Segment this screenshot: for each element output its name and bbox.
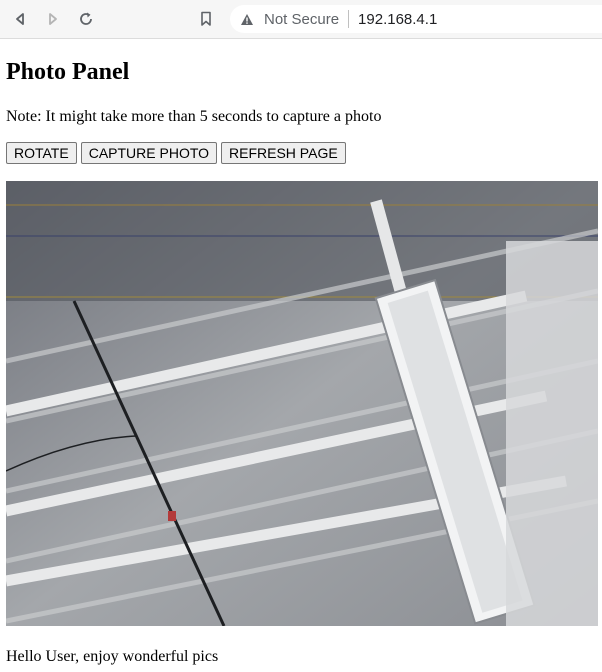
greeting-text: Hello User, enjoy wonderful pics — [6, 648, 219, 665]
address-bar[interactable]: Not Secure 192.168.4.1 — [230, 5, 602, 33]
button-row: ROTATE CAPTURE PHOTO REFRESH PAGE — [6, 142, 346, 164]
back-icon[interactable] — [10, 9, 30, 29]
security-label[interactable]: Not Secure — [264, 11, 339, 28]
page-content: Photo Panel Note: It might take more tha… — [0, 39, 602, 672]
refresh-page-button[interactable]: REFRESH PAGE — [221, 142, 346, 164]
warning-icon — [240, 11, 256, 27]
rotate-button[interactable]: ROTATE — [6, 142, 77, 164]
bookmark-icon[interactable] — [196, 9, 216, 29]
reload-icon[interactable] — [76, 9, 96, 29]
address-divider — [348, 10, 350, 28]
forward-icon[interactable] — [43, 9, 63, 29]
browser-toolbar: Not Secure 192.168.4.1 — [0, 0, 602, 39]
captured-photo — [6, 181, 598, 626]
capture-note: Note: It might take more than 5 seconds … — [6, 108, 382, 125]
page-title: Photo Panel — [6, 59, 130, 85]
url-text[interactable]: 192.168.4.1 — [358, 11, 437, 28]
capture-photo-button[interactable]: CAPTURE PHOTO — [80, 142, 218, 164]
